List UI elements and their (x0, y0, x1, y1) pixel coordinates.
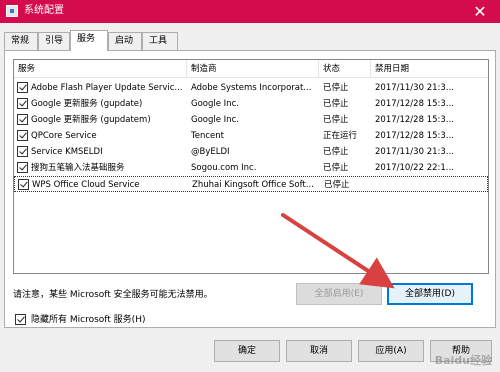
service-name: Google 更新服务 (gupdate) (31, 99, 143, 109)
table-row[interactable]: 搜狗五笔输入法基础服务 Sogou.com Inc. 已停止 2017/10/2… (14, 160, 488, 176)
service-vendor: Tencent (191, 131, 224, 141)
column-header-service[interactable]: 服务 (14, 60, 187, 78)
table-row[interactable]: QPCore Service Tencent 正在运行 2017/12/28 1… (14, 128, 488, 144)
service-vendor: @ByELDI (191, 147, 230, 157)
msconfig-app-icon (6, 5, 18, 17)
column-header-status[interactable]: 状态 (319, 60, 371, 78)
cancel-button[interactable]: 取消 (286, 340, 352, 362)
tab-startup[interactable]: 启动 (108, 32, 142, 50)
service-status: 已停止 (323, 115, 349, 125)
hide-microsoft-services-checkbox[interactable] (15, 314, 26, 325)
service-name: QPCore Service (31, 131, 97, 141)
service-name: 搜狗五笔输入法基础服务 (31, 163, 125, 173)
service-checkbox[interactable] (17, 114, 28, 125)
service-vendor: Sogou.com Inc. (191, 163, 257, 173)
baidu-watermark: Baidu经验 (434, 354, 492, 367)
close-icon[interactable]: ✕ (460, 0, 500, 23)
service-name: WPS Office Cloud Service (32, 180, 140, 190)
service-disabled-date: 2017/11/30 21:3... (375, 147, 454, 157)
services-panel: 服务 制造商 状态 禁用日期 Adobe Flash Player Update… (4, 50, 496, 328)
service-vendor: Adobe Systems Incorporat... (191, 83, 312, 93)
service-checkbox[interactable] (18, 179, 29, 190)
table-row[interactable]: Adobe Flash Player Update Servic... Adob… (14, 80, 488, 96)
tab-tools[interactable]: 工具 (142, 32, 178, 50)
tab-strip: 常规 引导 服务 启动 工具 (0, 30, 500, 51)
service-status: 已停止 (323, 83, 349, 93)
services-list[interactable]: 服务 制造商 状态 禁用日期 Adobe Flash Player Update… (13, 59, 489, 274)
service-disabled-date: 2017/11/30 21:3... (375, 83, 454, 93)
service-vendor: Google Inc. (191, 99, 239, 109)
disable-all-button[interactable]: 全部禁用(D) (387, 283, 473, 305)
title-bar[interactable]: 系统配置 ✕ (0, 0, 500, 23)
tab-general[interactable]: 常规 (4, 32, 38, 50)
service-checkbox[interactable] (17, 146, 28, 157)
services-list-header: 服务 制造商 状态 禁用日期 (14, 60, 488, 78)
hide-microsoft-services-label: 隐藏所有 Microsoft 服务(H) (31, 315, 146, 325)
security-notice: 请注意，某些 Microsoft 安全服务可能无法禁用。 (13, 290, 213, 300)
service-checkbox[interactable] (17, 130, 28, 141)
service-status: 已停止 (324, 180, 350, 190)
service-checkbox[interactable] (17, 82, 28, 93)
apply-button[interactable]: 应用(A) (358, 340, 424, 362)
service-status: 已停止 (323, 147, 349, 157)
service-name: Adobe Flash Player Update Servic... (31, 83, 183, 93)
service-name: Service KMSELDI (31, 147, 103, 157)
service-disabled-date: 2017/12/28 15:3... (375, 131, 454, 141)
service-status: 已停止 (323, 163, 349, 173)
column-header-disabled-date[interactable]: 禁用日期 (371, 60, 488, 78)
service-status: 已停止 (323, 99, 349, 109)
window-title: 系统配置 (24, 5, 64, 16)
tab-boot[interactable]: 引导 (38, 32, 70, 50)
table-row[interactable]: WPS Office Cloud Service Zhuhai Kingsoft… (14, 176, 488, 192)
service-disabled-date: 2017/12/28 15:3... (375, 99, 454, 109)
service-disabled-date: 2017/12/28 15:3... (375, 115, 454, 125)
table-row[interactable]: Google 更新服务 (gupdatem) Google Inc. 已停止 2… (14, 112, 488, 128)
table-row[interactable]: Google 更新服务 (gupdate) Google Inc. 已停止 20… (14, 96, 488, 112)
service-checkbox[interactable] (17, 98, 28, 109)
service-disabled-date (376, 177, 488, 193)
tab-services[interactable]: 服务 (70, 30, 108, 51)
ok-button[interactable]: 确定 (214, 340, 280, 362)
service-vendor: Zhuhai Kingsoft Office Soft... (192, 180, 314, 190)
service-checkbox[interactable] (17, 162, 28, 173)
column-header-vendor[interactable]: 制造商 (187, 60, 319, 78)
service-status: 正在运行 (323, 131, 358, 141)
table-row[interactable]: Service KMSELDI @ByELDI 已停止 2017/11/30 2… (14, 144, 488, 160)
service-vendor: Google Inc. (191, 115, 239, 125)
service-disabled-date: 2017/10/22 22:1... (375, 163, 454, 173)
enable-all-button[interactable]: 全部启用(E) (296, 283, 382, 305)
service-name: Google 更新服务 (gupdatem) (31, 115, 151, 125)
